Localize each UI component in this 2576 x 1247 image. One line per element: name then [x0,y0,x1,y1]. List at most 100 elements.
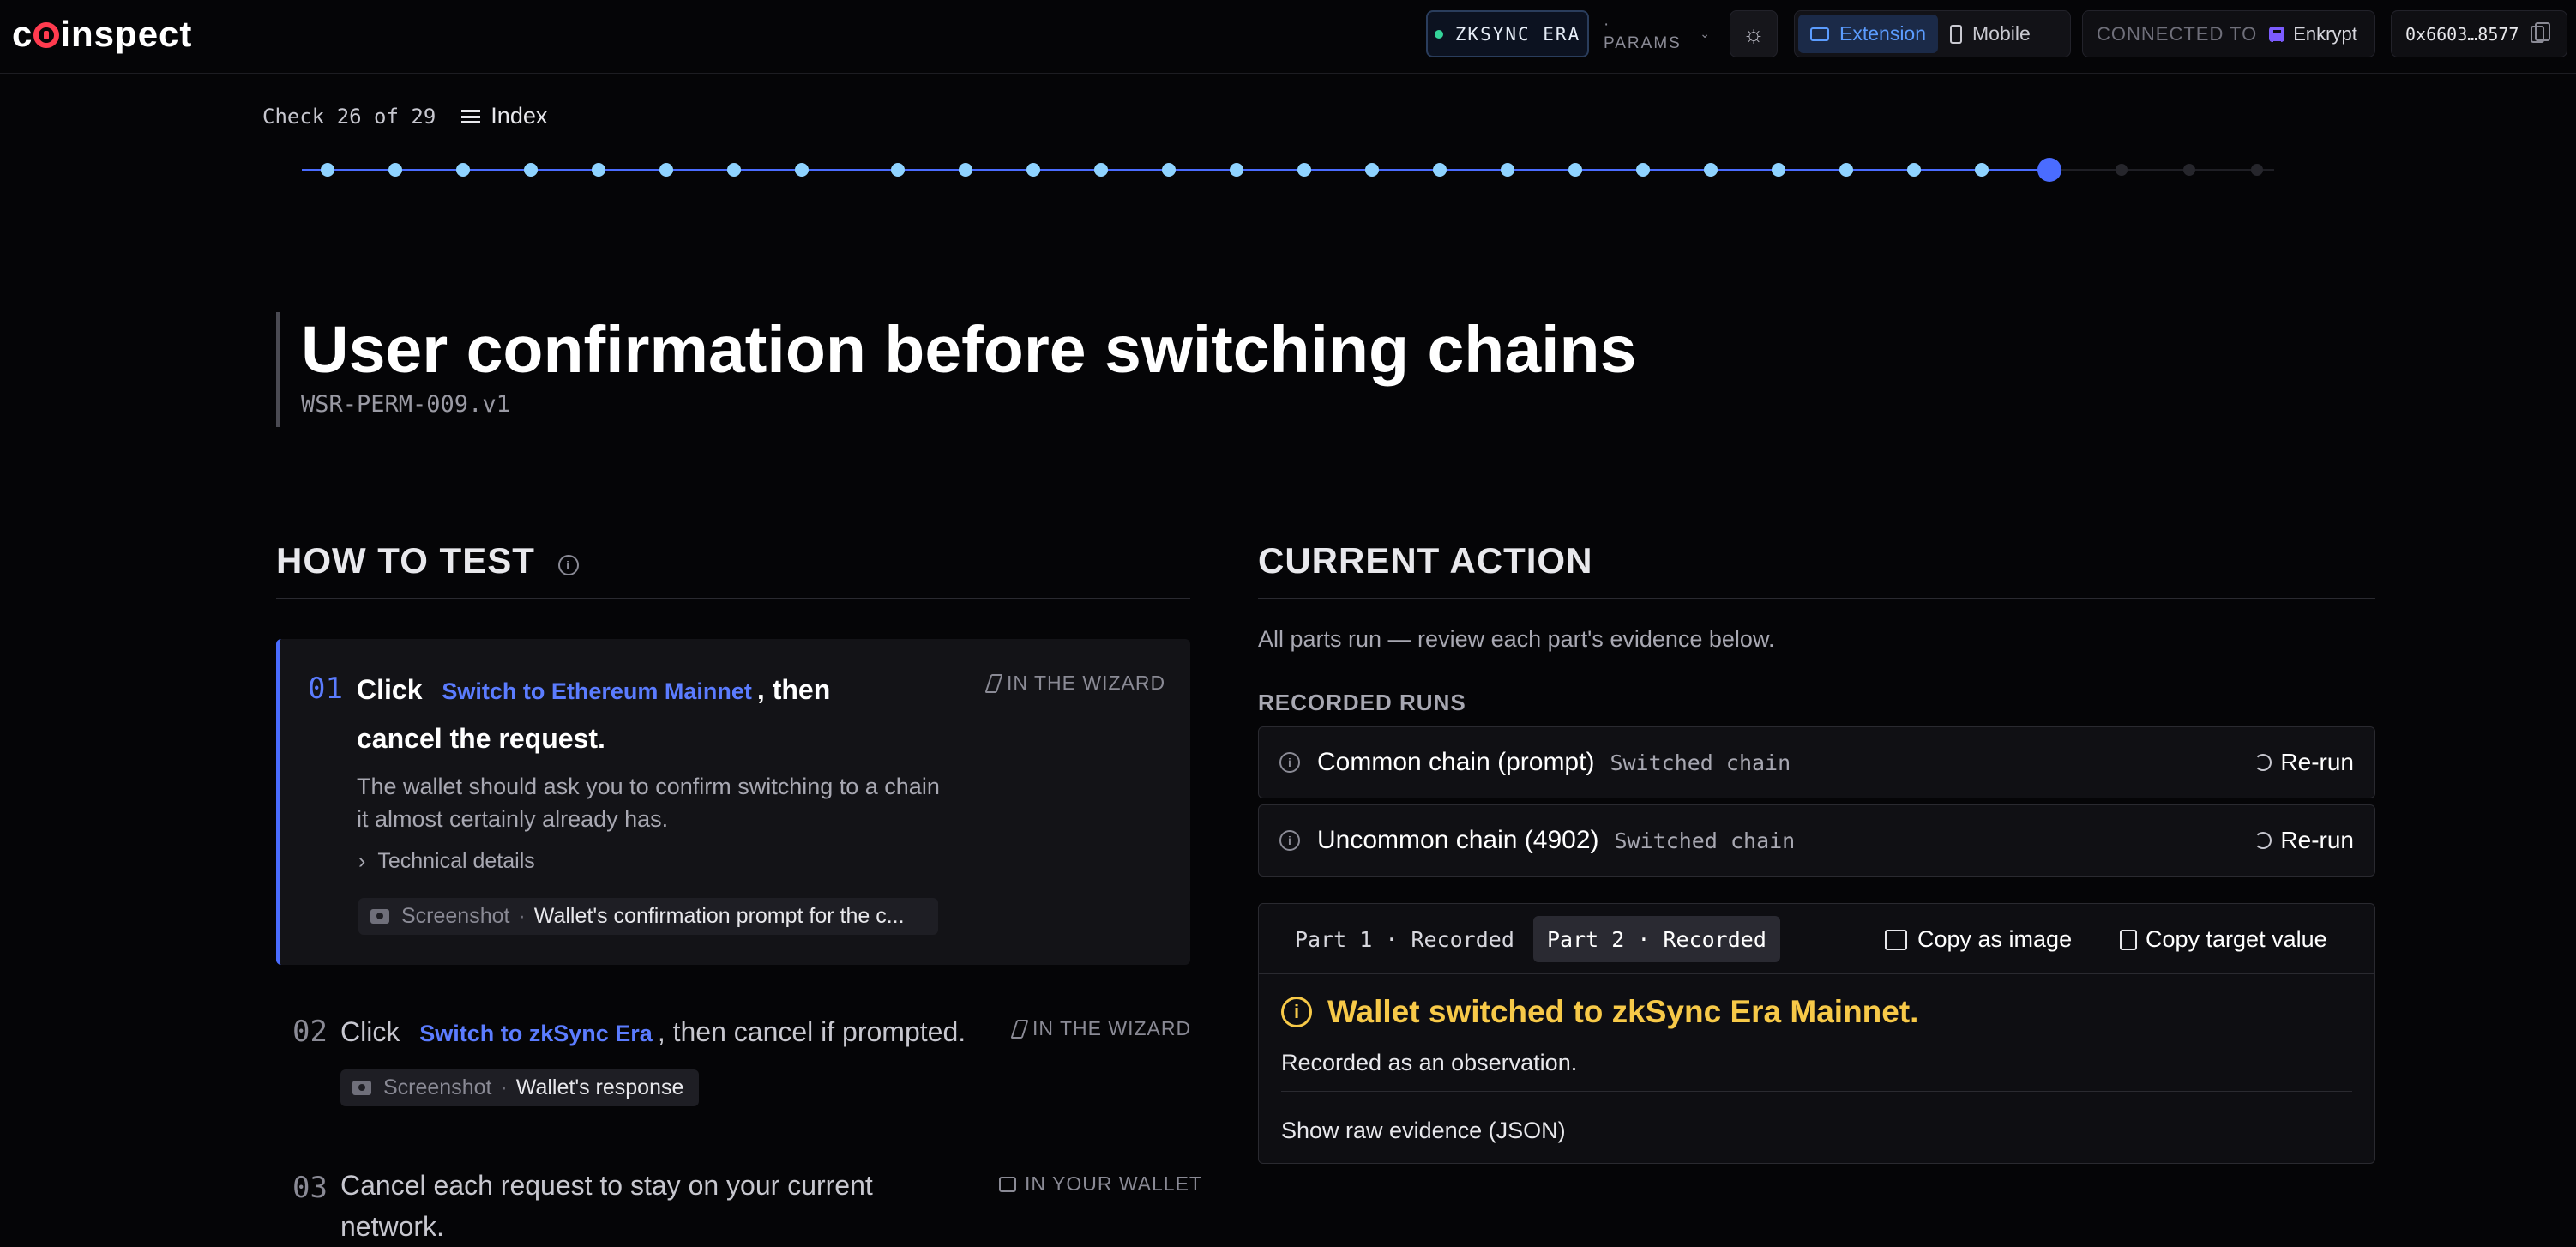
address-text: 0x6603…8577 [2405,23,2519,45]
progress-step-dot[interactable] [1636,163,1650,177]
evidence-tabs: Part 1 · Recorded Part 2 · Recorded Copy… [1259,904,2374,974]
mode-mobile[interactable]: Mobile [1938,15,2043,53]
step-prefix: Click [357,674,423,705]
progress-step-dot[interactable] [1230,163,1243,177]
enkrypt-icon [2269,26,2285,44]
copy-icon [2120,929,2137,950]
check-progress-track [302,151,2283,190]
run-status: Switched chain [1610,750,1791,775]
index-label: Index [491,103,548,129]
check-counter: Check 26 of 29 [262,104,436,129]
rerun-button[interactable]: Re-run [2254,749,2354,776]
progress-step-dot[interactable] [592,163,605,177]
progress-step-dot[interactable] [1704,163,1718,177]
progress-step-dot[interactable] [1568,163,1582,177]
progress-step-dot[interactable] [1433,163,1447,177]
network-selector[interactable]: ZKSYNC ERA [1426,10,1589,57]
progress-step-dot[interactable] [1772,163,1785,177]
recorded-run-row: i Common chain (prompt) Switched chain R… [1258,726,2375,798]
progress-step-dot[interactable] [1365,163,1379,177]
progress-step-dot[interactable] [727,163,741,177]
top-bar: c inspect ZKSYNC ERA · PARAMS ⌄ ☼ Extensi… [0,0,2576,74]
theme-toggle-button[interactable]: ☼ [1730,10,1778,57]
evidence-result-text: Wallet switched to zkSync Era Mainnet. [1327,994,1919,1029]
check-progress-header: Check 26 of 29 Index [262,103,547,130]
switch-to-zksync-button[interactable]: Switch to zkSync Era [407,1021,658,1046]
progress-step-dot[interactable] [1501,163,1514,177]
progress-step-dot[interactable] [659,163,673,177]
progress-step-dot[interactable] [2251,164,2263,176]
tab-part-2[interactable]: Part 2 · Recorded [1533,916,1780,962]
progress-step-dot[interactable] [1026,163,1040,177]
progress-step-dot[interactable] [1907,163,1921,177]
step-prefix: Click [340,1016,400,1047]
progress-step-dot[interactable] [959,163,972,177]
run-name: Common chain (prompt) [1317,748,1595,776]
params-dropdown[interactable]: · PARAMS ⌄ [1600,10,1712,57]
current-action-heading: CURRENT ACTION [1258,540,2375,599]
refresh-icon [2254,754,2272,771]
action-summary: All parts run — review each part's evide… [1258,626,1775,652]
progress-step-dot[interactable] [524,163,538,177]
info-icon[interactable]: i [1279,752,1300,773]
progress-step-dot[interactable] [456,163,470,177]
wallet-address[interactable]: 0x6603…8577 [2391,10,2567,57]
info-icon[interactable]: i [1279,830,1300,851]
step-suffix: , then cancel if prompted. [657,1016,966,1047]
step-text: Cancel each request to stay on your curr… [340,1170,873,1242]
screenshot-tag[interactable]: Screenshot · Wallet's response [340,1069,699,1106]
connected-wallet[interactable]: CONNECTED TO Enkrypt [2082,10,2375,57]
progress-track-svg [302,158,2274,182]
wallet-icon [999,1176,1016,1192]
index-button[interactable]: Index [461,103,547,130]
info-icon[interactable]: i [557,555,579,575]
chevron-down-icon: ⌄ [1700,27,1712,40]
progress-step-dot[interactable] [1162,163,1176,177]
progress-step-dot[interactable] [321,163,334,177]
coinspect-logo[interactable]: c inspect [12,14,192,55]
step-location: IN THE WIZARD [984,672,1165,695]
page-title: User confirmation before switching chain… [301,313,1637,387]
chevron-right-icon: › [358,849,366,873]
switch-to-ethereum-button[interactable]: Switch to Ethereum Mainnet [430,678,757,704]
step-location: IN YOUR WALLET [999,1172,1202,1196]
recorded-run-row: i Uncommon chain (4902) Switched chain R… [1258,804,2375,877]
mode-extension[interactable]: Extension [1798,15,1939,53]
step-text: Click Switch to Ethereum Mainnet, then c… [357,666,914,762]
progress-step-dot[interactable] [2116,164,2128,176]
params-label: · PARAMS [1604,15,1682,52]
progress-step-dot[interactable] [1839,163,1853,177]
rerun-label: Re-run [2280,827,2354,853]
mode-extension-label: Extension [1839,22,1927,45]
refresh-icon [2254,832,2272,849]
rerun-button[interactable]: Re-run [2254,827,2354,854]
progress-step-dot[interactable] [1094,163,1108,177]
tab-part-1[interactable]: Part 1 · Recorded [1281,916,1528,962]
technical-details-toggle[interactable]: › Technical details [358,849,535,874]
step-location-label: IN YOUR WALLET [1025,1172,1202,1195]
wallet-name: Enkrypt [2293,22,2357,45]
current-action-title: CURRENT ACTION [1258,540,1593,581]
copy-as-image-button[interactable]: Copy as image [1885,926,2072,953]
image-icon [1885,929,1907,950]
progress-step-dot[interactable] [891,163,905,177]
camera-icon [370,909,389,924]
warning-icon: i [1281,997,1312,1027]
platform-mode-toggle: Extension Mobile [1794,10,2071,57]
evidence-result: i Wallet switched to zkSync Era Mainnet. [1281,994,1918,1030]
copy-target-value-button[interactable]: Copy target value [2116,926,2327,953]
mode-mobile-label: Mobile [1972,22,2031,45]
progress-step-dot[interactable] [388,163,402,177]
progress-step-dot[interactable] [2183,164,2195,176]
monitor-icon [1810,27,1829,41]
screenshot-tag[interactable]: Screenshot · Wallet's confirmation promp… [358,898,938,935]
copy-icon[interactable] [2531,21,2551,43]
progress-step-dot[interactable] [1297,163,1311,177]
copy-as-image-label: Copy as image [1917,926,2073,952]
progress-step-dot[interactable] [1975,163,1989,177]
step-number: 02 [292,1015,328,1049]
show-raw-evidence-toggle[interactable]: Show raw evidence (JSON) [1281,1117,1566,1144]
progress-step-dot[interactable] [2037,158,2061,182]
how-to-test-heading: HOW TO TEST i [276,540,1190,599]
progress-step-dot[interactable] [795,163,809,177]
